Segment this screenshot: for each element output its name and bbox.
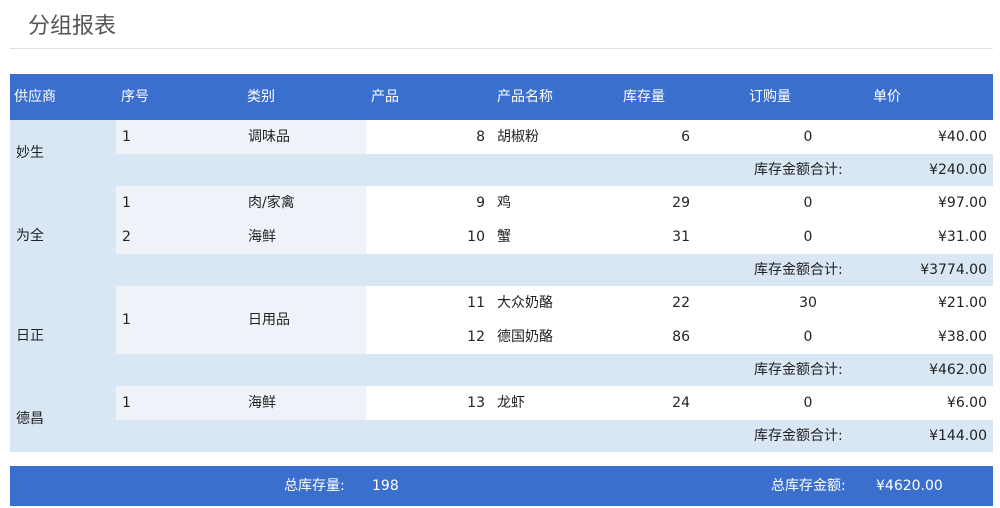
stock-quantity: 86 [672, 329, 690, 345]
order-quantity: 0 [803, 329, 813, 345]
subtotal-value: ¥240.00 [929, 162, 987, 178]
total-stock-label: 总库存量: [284, 478, 345, 494]
product-name: 胡椒粉 [497, 129, 539, 145]
table-header-row: 供应商 序号 类别 产品 产品名称 库存量 订购量 单价 [10, 74, 993, 120]
column-header: 产品 [371, 89, 399, 105]
product-name: 大众奶酪 [497, 295, 553, 311]
product-id: 12 [467, 329, 485, 345]
sequence-number: 1 [122, 312, 131, 328]
stock-quantity: 31 [672, 229, 690, 245]
column-header: 供应商 [14, 89, 56, 105]
order-quantity: 0 [803, 229, 813, 245]
unit-price: ¥40.00 [938, 129, 987, 145]
product-id: 9 [476, 195, 485, 211]
column-header: 产品名称 [497, 89, 553, 105]
product-name: 龙虾 [497, 395, 525, 411]
supplier-name: 妙生 [16, 145, 44, 161]
category-name: 海鲜 [248, 229, 276, 245]
product-id: 8 [476, 129, 485, 145]
order-quantity: 0 [803, 129, 813, 145]
total-amount-value: ¥4620.00 [876, 478, 943, 494]
column-header: 序号 [121, 89, 149, 105]
stock-quantity: 6 [681, 129, 690, 145]
grouped-report-table: 供应商 序号 类别 产品 产品名称 库存量 订购量 单价 妙生 库存金额合计: ¥240.00 1 调… [10, 74, 993, 506]
sequence-number: 1 [122, 195, 131, 211]
column-header: 库存量 [623, 89, 665, 105]
product-name: 鸡 [497, 195, 511, 211]
category-name: 肉/家禽 [248, 195, 295, 211]
supplier-name: 日正 [16, 328, 44, 344]
product-id: 13 [467, 395, 485, 411]
sequence-number: 1 [122, 129, 131, 145]
category-name: 日用品 [248, 312, 290, 328]
order-quantity: 0 [803, 395, 813, 411]
stock-quantity: 22 [672, 295, 690, 311]
category-name: 调味品 [248, 129, 290, 145]
order-quantity: 0 [803, 195, 813, 211]
column-header: 单价 [873, 89, 901, 105]
unit-price: ¥6.00 [946, 395, 987, 411]
subtotal-value: ¥3774.00 [920, 262, 987, 278]
product-id: 11 [467, 295, 485, 311]
product-name: 蟹 [497, 229, 511, 245]
column-header: 订购量 [749, 89, 791, 105]
page-title: 分组报表 [28, 14, 117, 39]
order-quantity: 30 [799, 295, 817, 311]
supplier-name: 德昌 [16, 411, 44, 427]
title-divider [10, 48, 993, 49]
product-id: 10 [467, 229, 485, 245]
subtotal-value: ¥144.00 [929, 428, 987, 444]
column-header: 类别 [247, 89, 275, 105]
total-stock-value: 198 [372, 478, 399, 494]
stock-quantity: 24 [672, 395, 690, 411]
total-amount-label: 总库存金额: [771, 478, 846, 494]
unit-price: ¥38.00 [938, 329, 987, 345]
product-name: 德国奶酪 [497, 329, 553, 345]
subtotal-value: ¥462.00 [929, 362, 987, 378]
unit-price: ¥31.00 [938, 229, 987, 245]
supplier-name: 为全 [16, 228, 44, 244]
category-name: 海鲜 [248, 395, 276, 411]
stock-quantity: 29 [672, 195, 690, 211]
sequence-number: 2 [122, 229, 131, 245]
unit-price: ¥21.00 [938, 295, 987, 311]
unit-price: ¥97.00 [938, 195, 987, 211]
sequence-number: 1 [122, 395, 131, 411]
